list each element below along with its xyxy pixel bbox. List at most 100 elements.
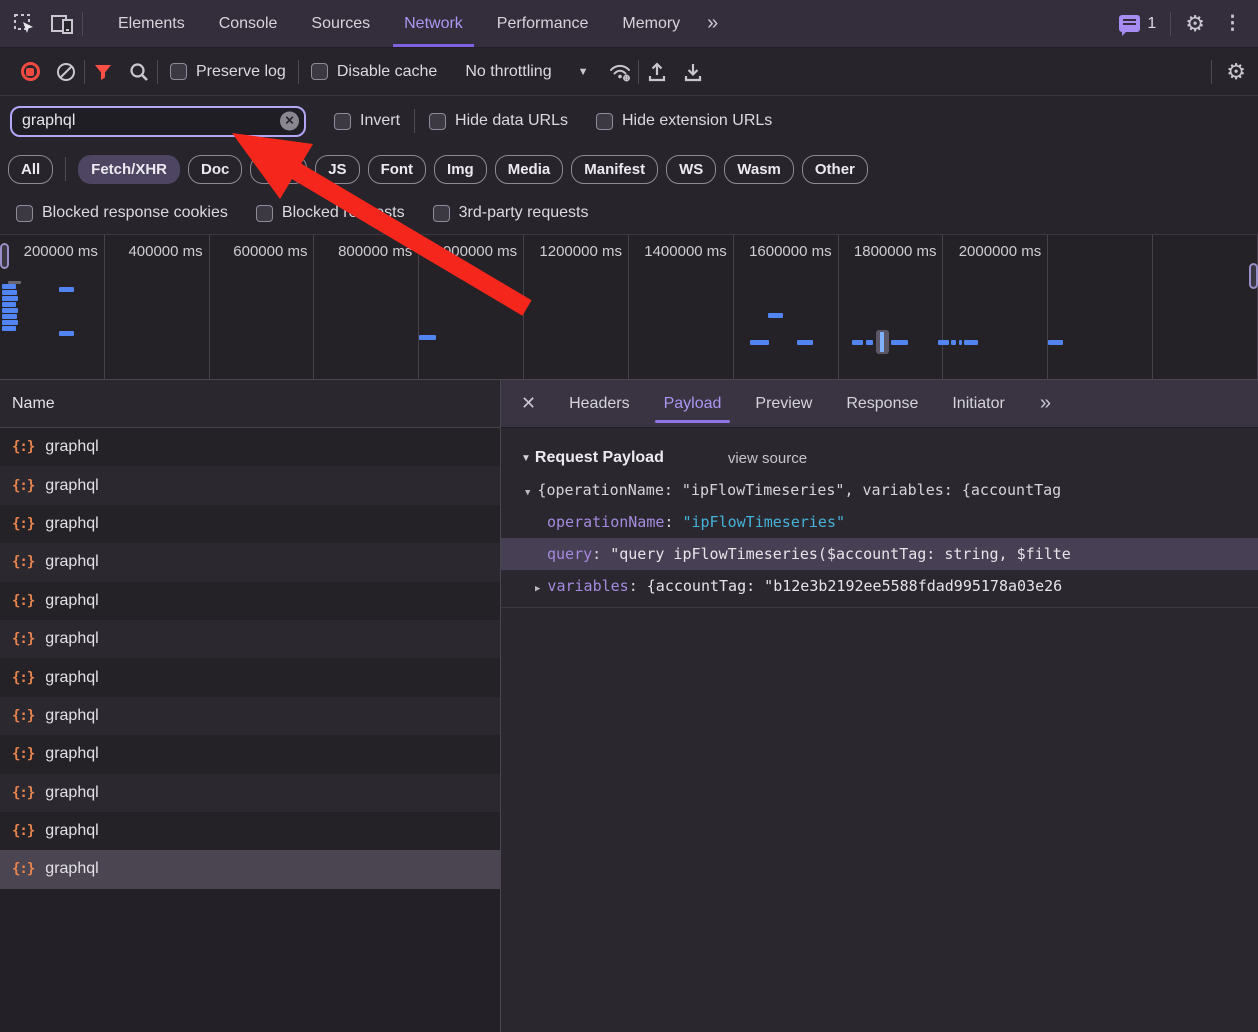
request-bar[interactable] (891, 340, 908, 345)
detail-tab-headers[interactable]: Headers (552, 380, 646, 427)
clear-filter-icon[interactable]: ✕ (280, 111, 299, 131)
expanded-triangle-icon[interactable]: ▼ (525, 488, 530, 498)
request-bar[interactable] (866, 340, 873, 345)
issues-button[interactable]: 1 (1119, 15, 1156, 36)
kebab-menu-icon[interactable]: ⋮ (1219, 14, 1246, 33)
disable-cache-checkbox[interactable]: Disable cache (299, 63, 450, 81)
checkbox--rd-party-requests[interactable]: 3rd-party requests (419, 204, 603, 222)
detail-tab-payload[interactable]: Payload (647, 380, 739, 427)
request-bar[interactable] (2, 326, 16, 331)
payload-tree-row[interactable]: operationName: "ipFlowTimeseries" (501, 506, 1258, 538)
more-panels-icon[interactable]: » (697, 0, 726, 47)
request-bar[interactable] (2, 320, 18, 325)
request-row[interactable]: {:} graphql (0, 850, 500, 889)
divider (65, 157, 67, 181)
detail-tab-initiator[interactable]: Initiator (935, 380, 1021, 427)
preserve-log-checkbox[interactable]: Preserve log (158, 63, 298, 81)
close-detail-button[interactable]: ✕ (501, 380, 552, 427)
request-bar[interactable] (2, 290, 17, 295)
chip-manifest[interactable]: Manifest (571, 154, 659, 184)
clear-network-log-button[interactable] (48, 56, 84, 88)
collapsed-triangle-icon[interactable]: ▶ (535, 584, 540, 594)
checkbox-blocked-response-cookies[interactable]: Blocked response cookies (2, 204, 242, 222)
request-row[interactable]: {:} graphql (0, 735, 500, 774)
network-overview-timeline[interactable]: 200000 ms 400000 ms 600000 ms 800000 ms 1000… (0, 234, 1258, 380)
request-bar[interactable] (964, 340, 978, 345)
request-row[interactable]: {:} graphql (0, 696, 500, 736)
detail-tab-preview[interactable]: Preview (738, 380, 829, 427)
request-bar[interactable] (750, 340, 769, 345)
filter-input[interactable] (12, 112, 304, 130)
tab-network[interactable]: Network (387, 0, 480, 47)
request-row[interactable]: {:} graphql (0, 466, 500, 505)
tab-sources[interactable]: Sources (294, 0, 387, 47)
clear-icon (57, 62, 75, 81)
tab-console[interactable]: Console (202, 0, 295, 47)
request-bar[interactable] (59, 331, 74, 336)
request-bar[interactable] (959, 340, 962, 345)
chip-ws[interactable]: WS (666, 154, 717, 184)
checkbox-blocked-requests[interactable]: Blocked requests (242, 204, 419, 222)
request-row[interactable]: {:} graphql (0, 811, 500, 851)
chip-media[interactable]: Media (494, 154, 564, 184)
chip-wasm[interactable]: Wasm (724, 154, 794, 184)
request-bar[interactable] (768, 313, 783, 318)
selected-request-marker[interactable] (876, 330, 889, 354)
import-har-button[interactable] (639, 56, 675, 88)
chip-doc[interactable]: Doc (188, 154, 243, 184)
device-toolbar-icon[interactable] (50, 12, 76, 36)
request-bar[interactable] (2, 302, 16, 307)
timeline-handle[interactable] (1249, 263, 1258, 289)
payload-tree-row[interactable]: query: "query ipFlowTimeseries($accountT… (501, 538, 1258, 570)
request-bar[interactable] (2, 284, 16, 289)
request-bar[interactable] (1048, 340, 1063, 345)
request-bar[interactable] (852, 340, 863, 345)
request-bar[interactable] (2, 314, 17, 319)
payload-tree-row[interactable]: ▼ {operationName: "ipFlowTimeseries", var… (501, 474, 1258, 506)
record-network-log-button[interactable] (12, 56, 48, 88)
network-settings-gear-icon[interactable]: ⚙ (1226, 60, 1246, 83)
request-row[interactable]: {:} graphql (0, 773, 500, 812)
settings-gear-icon[interactable]: ⚙ (1185, 12, 1205, 35)
export-har-button[interactable] (675, 56, 711, 88)
name-column-header[interactable]: Name (0, 380, 500, 428)
inspect-element-icon[interactable] (12, 12, 36, 36)
payload-tree-row[interactable]: ▶ variables: {accountTag: "b12e3b2192ee55… (501, 570, 1258, 602)
hide-extension-urls-checkbox[interactable]: Hide extension URLs (582, 112, 786, 130)
request-bar[interactable] (938, 340, 949, 345)
timeline-handle[interactable] (0, 243, 9, 269)
request-row[interactable]: {:} graphql (0, 658, 500, 697)
request-row[interactable]: {:} graphql (0, 619, 500, 659)
collapse-triangle-icon[interactable]: ▼ (521, 453, 531, 464)
network-conditions-button[interactable] (602, 56, 638, 88)
chip-js[interactable]: JS (315, 154, 360, 184)
chip-css[interactable]: CSS (250, 154, 308, 184)
request-row[interactable]: {:} graphql (0, 581, 500, 620)
request-bar[interactable] (419, 335, 436, 340)
request-bar[interactable] (797, 340, 813, 345)
chip-all[interactable]: All (8, 154, 54, 184)
request-bar[interactable] (59, 287, 74, 292)
divider (82, 11, 83, 36)
hide-data-urls-checkbox[interactable]: Hide data URLs (415, 112, 582, 130)
chip-fetchxhr[interactable]: Fetch/XHR (78, 154, 181, 184)
invert-checkbox[interactable]: Invert (320, 112, 414, 130)
more-detail-tabs-icon[interactable]: » (1030, 380, 1059, 427)
request-bar[interactable] (2, 308, 18, 313)
request-row[interactable]: {:} graphql (0, 543, 500, 582)
throttling-select[interactable]: No throttling ▼ (449, 63, 602, 81)
filter-toggle-button[interactable] (85, 56, 121, 88)
request-bar[interactable] (951, 340, 956, 345)
search-button[interactable] (121, 56, 157, 88)
request-bar[interactable] (2, 296, 18, 301)
chip-other[interactable]: Other (801, 154, 868, 184)
tab-elements[interactable]: Elements (101, 0, 202, 47)
detail-tab-response[interactable]: Response (829, 380, 935, 427)
request-row[interactable]: {:} graphql (0, 504, 500, 544)
request-row[interactable]: {:} graphql (0, 428, 500, 467)
view-source-link[interactable]: view source (728, 450, 807, 467)
chip-img[interactable]: Img (434, 154, 487, 184)
chip-font[interactable]: Font (367, 154, 427, 184)
tab-performance[interactable]: Performance (480, 0, 606, 47)
tab-memory[interactable]: Memory (605, 0, 697, 47)
